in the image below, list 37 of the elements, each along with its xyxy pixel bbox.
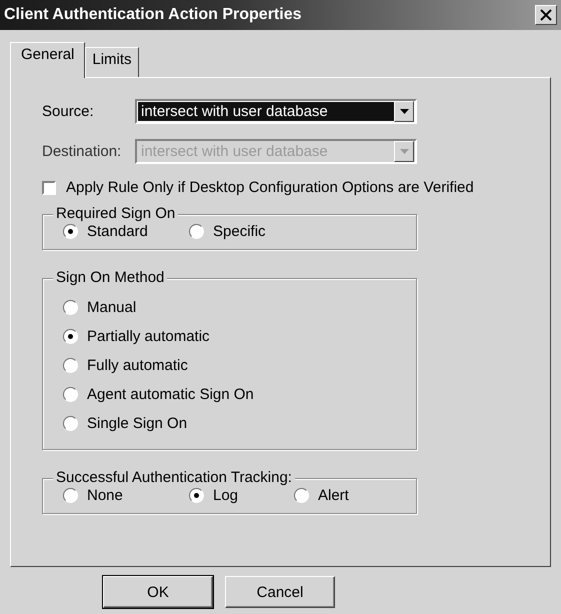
field-label: Destination:	[42, 143, 122, 160]
checkbox-label: Apply Rule Only if Desktop Configuration Options are Verified	[66, 179, 474, 196]
radio-label: Alert	[318, 486, 349, 504]
dialog-button[interactable]: OK	[103, 576, 213, 608]
radio-label: Partially automatic	[87, 328, 210, 344]
radio-button[interactable]	[294, 488, 309, 502]
close-icon	[540, 9, 552, 21]
group-title: Successful Authentication Tracking:	[53, 469, 295, 486]
radio-button[interactable]	[63, 328, 78, 344]
tab[interactable]: Limits	[85, 47, 139, 77]
radio-label: Specific	[213, 222, 266, 240]
radio-button[interactable]	[63, 300, 78, 314]
dropdown-value: intersect with user database	[140, 142, 329, 161]
radio-button[interactable]	[63, 386, 78, 402]
field-label: Source:	[42, 103, 95, 120]
window-title: Client Authentication Action Properties	[4, 6, 302, 24]
radio-label: Agent automatic Sign On	[87, 386, 254, 402]
radio-button[interactable]	[189, 224, 204, 238]
radio-label: Fully automatic	[87, 356, 188, 374]
group-title: Sign On Method	[53, 269, 168, 286]
radio-button[interactable]	[63, 358, 78, 372]
checkbox[interactable]	[42, 180, 56, 194]
tab[interactable]: General	[10, 42, 86, 78]
radio-button[interactable]	[63, 224, 78, 238]
radio-label: Standard	[87, 222, 148, 240]
dialog-button[interactable]: Cancel	[225, 576, 335, 608]
radio-button[interactable]	[63, 416, 78, 430]
dropdown-value: intersect with user database	[138, 102, 394, 121]
group-title: Required Sign On	[53, 205, 178, 222]
radio-label: Manual	[87, 298, 136, 316]
dropdown[interactable]: intersect with user database	[135, 99, 417, 124]
radio-button[interactable]	[189, 488, 204, 502]
radio-button[interactable]	[63, 488, 78, 502]
radio-label: None	[87, 486, 123, 504]
radio-label: Single Sign On	[87, 414, 188, 432]
close-button[interactable]	[535, 5, 557, 25]
radio-label: Log	[213, 486, 238, 504]
